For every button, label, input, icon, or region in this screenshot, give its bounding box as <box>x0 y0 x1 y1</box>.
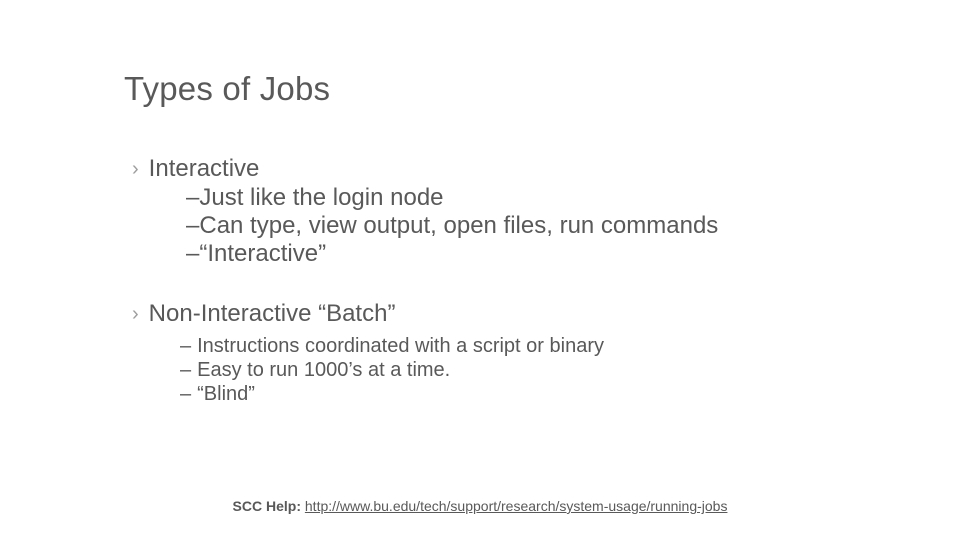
section-heading: Non-Interactive “Batch” <box>149 300 396 328</box>
list-item: – Easy to run 1000’s at a time. <box>180 358 604 382</box>
section-interactive: › Interactive – Just like the login node… <box>132 155 718 268</box>
list-item-text: Easy to run 1000’s at a time. <box>197 358 450 382</box>
dash-icon: – <box>180 334 191 358</box>
list-item: – Just like the login node <box>186 184 718 212</box>
section-heading: Interactive <box>149 155 260 183</box>
slide: Types of Jobs › Interactive – Just like … <box>0 0 960 540</box>
sub-list: – Instructions coordinated with a script… <box>180 334 604 406</box>
slide-title: Types of Jobs <box>124 70 330 108</box>
dash-icon: – <box>186 212 199 240</box>
list-item-text: “Blind” <box>197 382 255 406</box>
dash-icon: – <box>186 240 199 268</box>
chevron-right-icon: › <box>132 300 139 328</box>
dash-icon: – <box>186 184 199 212</box>
list-item: – Instructions coordinated with a script… <box>180 334 604 358</box>
chevron-right-icon: › <box>132 155 139 183</box>
list-item: – Can type, view output, open files, run… <box>186 212 718 240</box>
list-item: › Non-Interactive “Batch” <box>132 300 604 328</box>
list-item-text: Instructions coordinated with a script o… <box>197 334 604 358</box>
section-batch: › Non-Interactive “Batch” – Instructions… <box>132 300 604 406</box>
dash-icon: – <box>180 358 191 382</box>
list-item: – “Blind” <box>180 382 604 406</box>
help-link[interactable]: http://www.bu.edu/tech/support/research/… <box>305 498 728 514</box>
dash-icon: – <box>180 382 191 406</box>
list-item: – “Interactive” <box>186 240 718 268</box>
list-item-text: “Interactive” <box>199 240 326 268</box>
list-item-text: Can type, view output, open files, run c… <box>199 212 718 240</box>
list-item: › Interactive <box>132 155 718 183</box>
footer: SCC Help: http://www.bu.edu/tech/support… <box>0 498 960 514</box>
list-item-text: Just like the login node <box>199 184 443 212</box>
footer-label: SCC Help: <box>233 498 305 514</box>
sub-list: – Just like the login node – Can type, v… <box>186 184 718 268</box>
